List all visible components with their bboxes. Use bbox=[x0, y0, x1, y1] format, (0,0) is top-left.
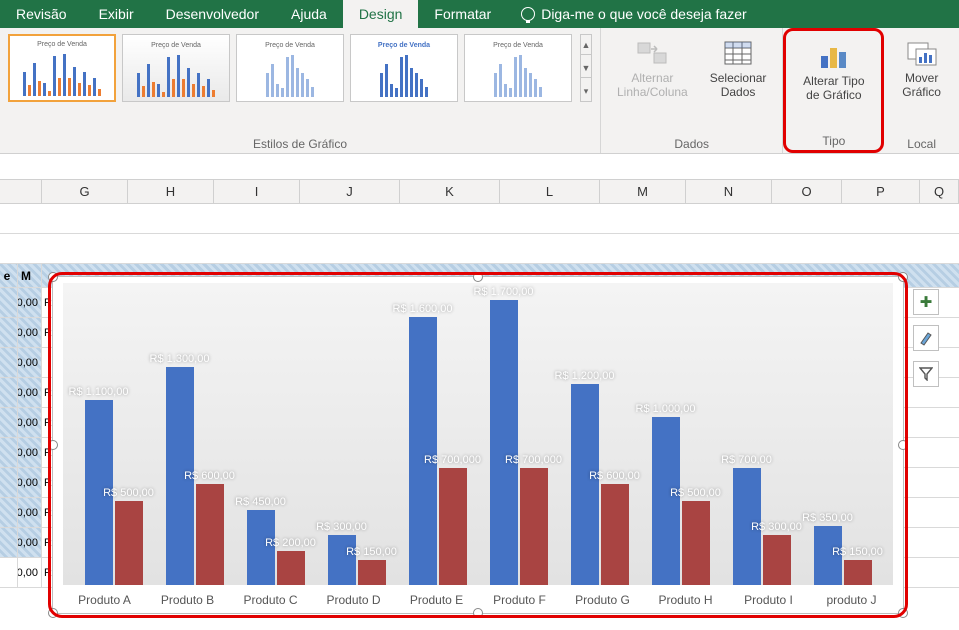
bar-series2[interactable]: R$ 500,00 bbox=[682, 501, 710, 585]
col-header[interactable]: J bbox=[300, 180, 400, 203]
col-header[interactable]: I bbox=[214, 180, 300, 203]
x-tick-label: Produto F bbox=[478, 593, 561, 607]
style-gallery-scroll[interactable]: ▲▼▾ bbox=[580, 34, 592, 102]
select-data-button[interactable]: Selecionar Dados bbox=[702, 34, 775, 103]
chart-style-3[interactable]: Preço de Venda bbox=[236, 34, 344, 102]
col-header[interactable] bbox=[0, 180, 42, 203]
bar-series2[interactable]: R$ 600,00 bbox=[196, 484, 224, 585]
x-tick-label: Produto B bbox=[146, 593, 229, 607]
bar-series2[interactable]: R$ 500,00 bbox=[115, 501, 143, 585]
chart-type-icon bbox=[817, 41, 851, 71]
chart-object[interactable]: R$ 1.100,00R$ 500,00R$ 1.300,00R$ 600,00… bbox=[52, 276, 904, 614]
bar-series1[interactable]: R$ 1.600,00 bbox=[409, 317, 437, 585]
col-header[interactable]: H bbox=[128, 180, 214, 203]
plot-area[interactable]: R$ 1.100,00R$ 500,00R$ 1.300,00R$ 600,00… bbox=[63, 283, 893, 585]
tell-me-label: Diga-me o que você deseja fazer bbox=[541, 6, 746, 22]
select-data-icon bbox=[721, 38, 755, 68]
tab-exibir[interactable]: Exibir bbox=[83, 0, 150, 28]
column-headers: G H I J K L M N O P Q bbox=[0, 180, 959, 204]
x-tick-label: produto J bbox=[810, 593, 893, 607]
bar-series2[interactable]: R$ 600,00 bbox=[601, 484, 629, 585]
formula-bar[interactable] bbox=[0, 154, 959, 180]
x-tick-label: Produto G bbox=[561, 593, 644, 607]
col-header[interactable]: N bbox=[686, 180, 772, 203]
x-tick-label: Produto I bbox=[727, 593, 810, 607]
group-label-dados: Dados bbox=[609, 135, 774, 151]
bar-series2[interactable]: R$ 200,00 bbox=[277, 551, 305, 585]
x-tick-label: Produto E bbox=[395, 593, 478, 607]
bar-series2[interactable]: R$ 700,000 bbox=[439, 468, 467, 585]
tab-desenvolvedor[interactable]: Desenvolvedor bbox=[150, 0, 275, 28]
group-label-tipo: Tipo bbox=[794, 132, 873, 148]
bar-series1[interactable]: R$ 1.700,00 bbox=[490, 300, 518, 585]
move-chart-icon bbox=[905, 38, 939, 68]
tell-me-search[interactable]: Diga-me o que você deseja fazer bbox=[507, 0, 746, 28]
chart-elements-button[interactable]: ✚ bbox=[913, 289, 939, 315]
bar-series2[interactable]: R$ 150,00 bbox=[358, 560, 386, 585]
group-label-styles: Estilos de Gráfico bbox=[8, 135, 592, 151]
chart-type-group: Alterar Tipo de Gráfico Tipo bbox=[783, 28, 884, 153]
switch-icon bbox=[635, 38, 669, 68]
ribbon-tabs: Revisão Exibir Desenvolvedor Ajuda Desig… bbox=[0, 0, 959, 28]
bar-series1[interactable]: R$ 300,00 bbox=[328, 535, 356, 585]
col-header[interactable]: O bbox=[772, 180, 842, 203]
worksheet[interactable]: e M 0,00R$0,00R$0,000,00R$0,00R$0,00R$0,… bbox=[0, 204, 959, 630]
x-axis: Produto AProduto BProduto CProduto DProd… bbox=[63, 593, 893, 607]
x-tick-label: Produto H bbox=[644, 593, 727, 607]
bar-series1[interactable]: R$ 1.000,00 bbox=[652, 417, 680, 585]
x-tick-label: Produto C bbox=[229, 593, 312, 607]
bar-series2[interactable]: R$ 150,00 bbox=[844, 560, 872, 585]
chart-style-1[interactable]: Preço de Venda bbox=[8, 34, 116, 102]
chart-style-2[interactable]: Preço de Venda bbox=[122, 34, 230, 102]
tab-ajuda[interactable]: Ajuda bbox=[275, 0, 343, 28]
chart-style-4[interactable]: Preço de Venda bbox=[350, 34, 458, 102]
col-header[interactable]: P bbox=[842, 180, 920, 203]
move-chart-button[interactable]: Mover Gráfico bbox=[892, 34, 951, 103]
chart-styles-button[interactable] bbox=[913, 325, 939, 351]
col-header[interactable]: G bbox=[42, 180, 128, 203]
col-header[interactable]: M bbox=[600, 180, 686, 203]
switch-row-col-button: Alternar Linha/Coluna bbox=[609, 34, 696, 103]
chart-filter-button[interactable] bbox=[913, 361, 939, 387]
col-header[interactable]: Q bbox=[920, 180, 959, 203]
bulb-icon bbox=[521, 7, 535, 21]
change-chart-type-button[interactable]: Alterar Tipo de Gráfico bbox=[794, 37, 873, 106]
x-tick-label: Produto D bbox=[312, 593, 395, 607]
x-tick-label: Produto A bbox=[63, 593, 146, 607]
bar-series2[interactable]: R$ 700,000 bbox=[520, 468, 548, 585]
bar-series2[interactable]: R$ 300,00 bbox=[763, 535, 791, 585]
col-header[interactable]: L bbox=[500, 180, 600, 203]
bar-series1[interactable]: R$ 1.200,00 bbox=[571, 384, 599, 585]
chart-style-5[interactable]: Preço de Venda bbox=[464, 34, 572, 102]
group-label-local: Local bbox=[892, 135, 951, 151]
tab-revisao[interactable]: Revisão bbox=[0, 0, 83, 28]
col-header[interactable]: K bbox=[400, 180, 500, 203]
ribbon: Preço de Venda Preço de Venda bbox=[0, 28, 959, 154]
tab-formatar[interactable]: Formatar bbox=[418, 0, 507, 28]
tab-design[interactable]: Design bbox=[343, 0, 419, 28]
